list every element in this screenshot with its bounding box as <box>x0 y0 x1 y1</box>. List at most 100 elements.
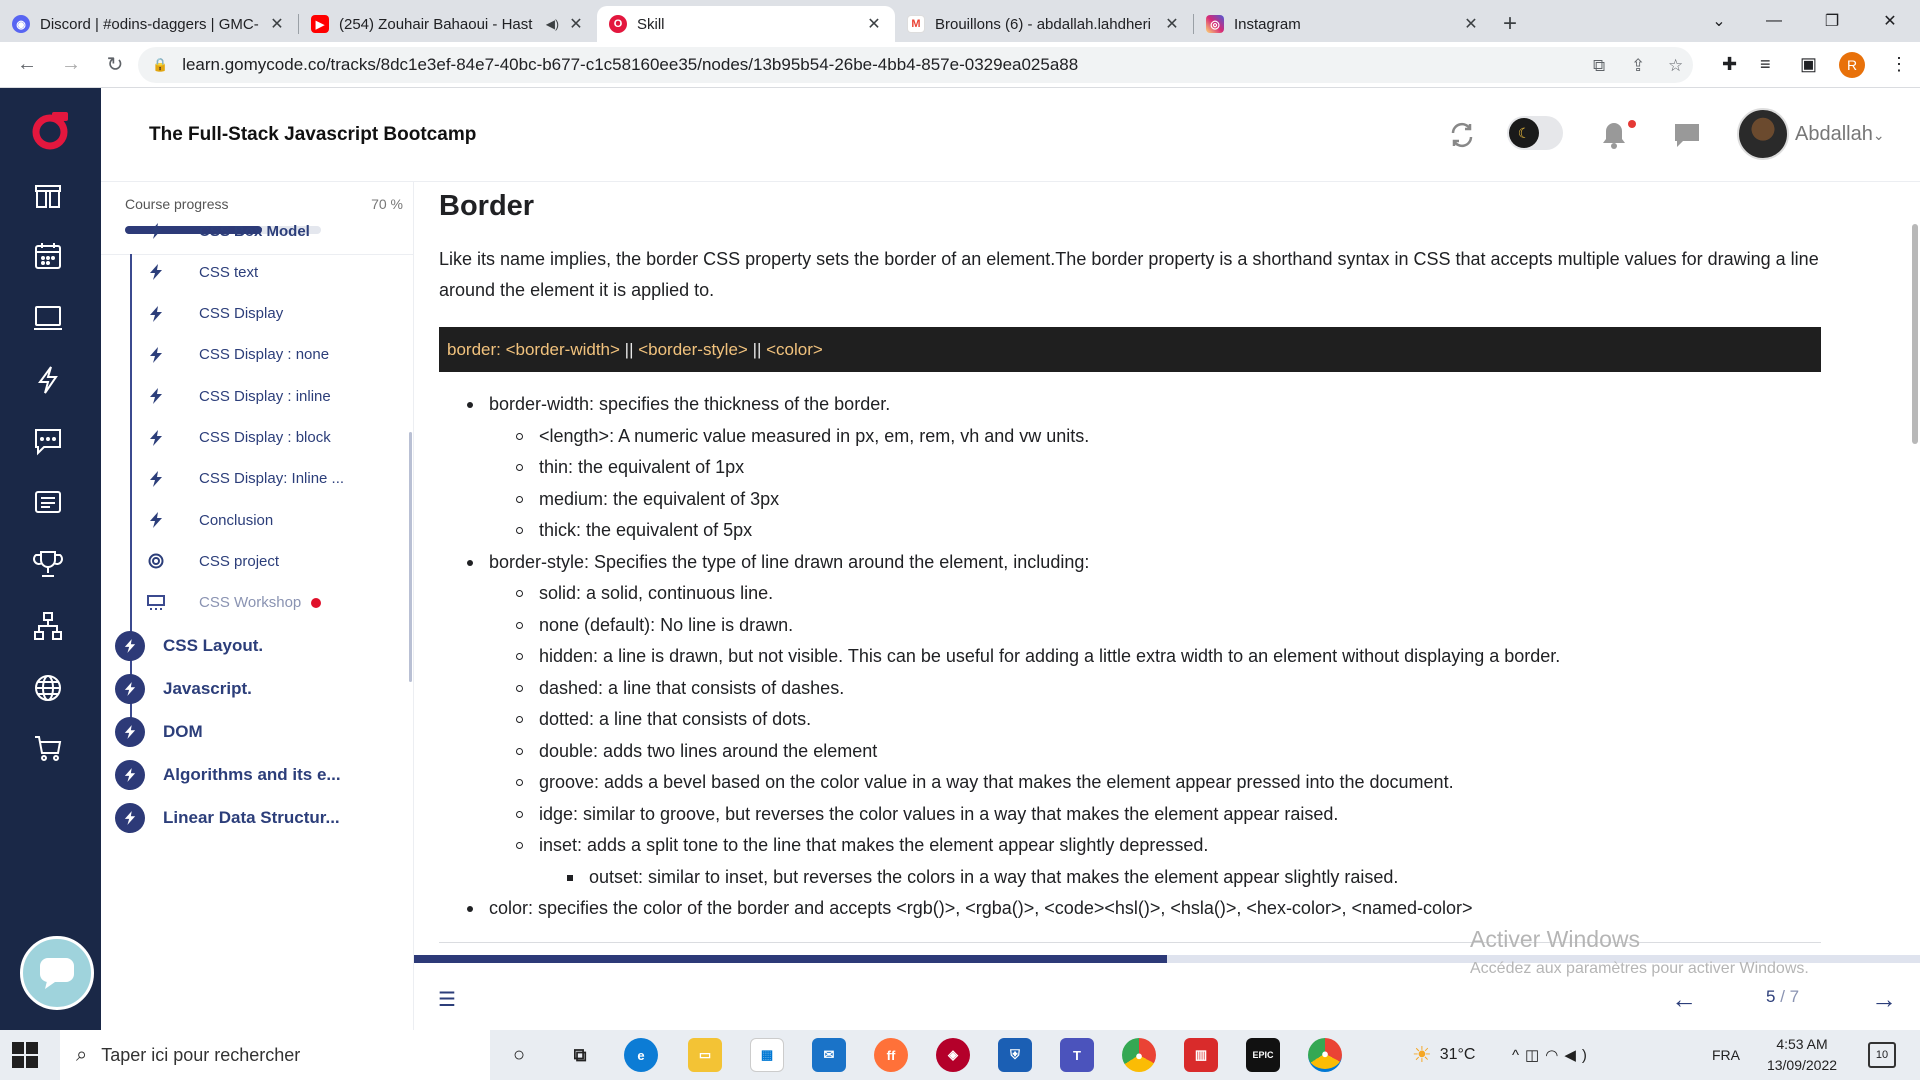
address-bar[interactable]: 🔒 learn.gomycode.co/tracks/8dc1e3ef-84e7… <box>138 47 1693 83</box>
tray-icons[interactable]: ^ ◫ ◠ ◀) <box>1512 1030 1593 1080</box>
close-icon[interactable]: ✕ <box>1163 14 1181 34</box>
minimize-button[interactable]: — <box>1745 0 1803 42</box>
firefox-icon[interactable]: ff <box>874 1038 908 1072</box>
sidebar-section-item[interactable]: Javascript. <box>115 669 405 709</box>
sync-icon[interactable] <box>1445 118 1479 152</box>
reload-icon[interactable]: ↻ <box>98 48 132 82</box>
wifi-icon[interactable]: ◠ <box>1545 1046 1564 1064</box>
reading-list-icon[interactable]: ≡ <box>1760 54 1771 75</box>
sidebar-lesson-item[interactable]: CSS Workshop <box>145 583 395 623</box>
weather-widget[interactable]: ☀ 31°C <box>1412 1030 1475 1080</box>
lesson-content: Border Like its name implies, the border… <box>414 182 1914 952</box>
sidebar-lesson-item[interactable]: CSS Display : inline <box>145 376 395 416</box>
laptop-icon[interactable] <box>30 300 66 336</box>
profile-avatar[interactable]: R <box>1839 52 1865 78</box>
gomycode-logo[interactable] <box>30 110 72 152</box>
sidebar-lesson-item[interactable]: CSS Box Model <box>145 211 395 251</box>
sidebar-lesson-item[interactable]: Conclusion <box>145 500 395 540</box>
cortana-icon[interactable]: ○ <box>502 1038 536 1072</box>
sidebar-lesson-item[interactable]: CSS Display: Inline ... <box>145 459 395 499</box>
page-separator: / <box>1775 987 1790 1006</box>
teams-icon[interactable]: T <box>1060 1038 1094 1072</box>
mail-icon[interactable]: ✉ <box>812 1038 846 1072</box>
trophy-icon[interactable] <box>30 546 66 582</box>
support-chat-button[interactable] <box>20 936 94 1010</box>
browser-tab-discord[interactable]: ◉ Discord | #odins-daggers | GMC- ✕ <box>0 6 298 42</box>
file-explorer-icon[interactable]: ▭ <box>688 1038 722 1072</box>
bullet-item: dotted: a line that consists of dots. <box>439 704 1879 736</box>
edge-icon[interactable]: e <box>624 1038 658 1072</box>
kebab-menu-icon[interactable]: ⋮ <box>1890 54 1908 75</box>
globe-icon[interactable] <box>30 670 66 706</box>
page-scrollbar-thumb[interactable] <box>1912 224 1918 444</box>
bullet-item: dashed: a line that consists of dashes. <box>439 673 1879 705</box>
sidebar-lesson-item[interactable]: CSS Display : none <box>145 335 395 375</box>
bullet-item: inset: adds a split tone to the line tha… <box>439 830 1879 862</box>
language-indicator[interactable]: FRA <box>1712 1030 1740 1080</box>
close-icon[interactable]: ✕ <box>268 14 286 34</box>
sidebar-section-item[interactable]: DOM <box>115 712 405 752</box>
close-window-button[interactable]: ✕ <box>1861 0 1919 42</box>
volume-icon[interactable]: ◀) <box>1564 1046 1593 1064</box>
system-clock[interactable]: 4:53 AM 13/09/2022 <box>1752 1034 1852 1076</box>
share-icon[interactable]: ⇪ <box>1631 56 1645 76</box>
windows-start-icon[interactable] <box>12 1042 38 1068</box>
new-tab-button[interactable]: + <box>1492 6 1528 42</box>
browser-tab-gmail[interactable]: M Brouillons (6) - abdallah.lahdheri ✕ <box>895 6 1193 42</box>
user-avatar[interactable] <box>1737 108 1789 160</box>
store-icon[interactable]: ▦ <box>750 1038 784 1072</box>
browser-tab-instagram[interactable]: ◎ Instagram ✕ <box>1194 6 1492 42</box>
hierarchy-icon[interactable] <box>30 608 66 644</box>
close-icon[interactable]: ✕ <box>567 14 585 34</box>
side-panel-icon[interactable]: ▣ <box>1800 54 1817 75</box>
close-icon[interactable]: ✕ <box>865 14 883 34</box>
sidebar-lesson-item[interactable]: CSS Display <box>145 294 395 334</box>
epic-games-icon[interactable]: EPIC <box>1246 1038 1280 1072</box>
bell-icon[interactable] <box>1597 118 1631 152</box>
next-button[interactable]: → <box>1864 979 1904 1019</box>
chevron-up-icon[interactable]: ^ <box>1512 1047 1525 1064</box>
sidebar-section-item[interactable]: CSS Layout. <box>115 626 405 666</box>
sidebar-section-item[interactable]: Linear Data Structur... <box>115 798 405 838</box>
previous-button[interactable]: ← <box>1664 979 1704 1019</box>
translate-icon[interactable]: ⧉ <box>1593 56 1605 76</box>
close-icon[interactable]: ✕ <box>1462 14 1480 34</box>
calendar-icon[interactable] <box>30 238 66 274</box>
sidebar-lesson-item[interactable]: CSS Display : block <box>145 418 395 458</box>
sidebar-section-item[interactable]: Algorithms and its e... <box>115 755 405 795</box>
vpn-shield-icon[interactable]: ⛨ <box>998 1038 1032 1072</box>
bookmark-star-icon[interactable]: ☆ <box>1668 56 1683 76</box>
lightning-icon[interactable] <box>30 362 66 398</box>
dark-mode-toggle[interactable]: ☾ <box>1507 116 1563 150</box>
list-icon[interactable]: ☰ <box>438 987 456 1012</box>
sidebar-lesson-item[interactable]: CSS text <box>145 252 395 292</box>
dashboard-icon[interactable] <box>30 178 66 214</box>
network-icon[interactable]: ◫ <box>1525 1046 1545 1064</box>
bolt-icon <box>145 264 167 281</box>
extensions-puzzle-icon[interactable]: ✚ <box>1722 54 1737 75</box>
speaker-icon[interactable]: ◀) <box>546 17 559 31</box>
sidebar-lesson-item[interactable]: CSS project <box>145 541 395 581</box>
forward-arrow-icon[interactable]: → <box>54 48 88 82</box>
sidebar-scrollbar[interactable] <box>409 432 412 682</box>
username: Abdallah <box>1795 123 1873 145</box>
taskbar-search[interactable]: ⌕ Taper ici pour rechercher <box>60 1030 490 1080</box>
notification-center-icon[interactable]: 10 <box>1868 1042 1896 1068</box>
tab-search-chevron-icon[interactable]: ⌄ <box>1690 0 1748 42</box>
task-view-icon[interactable]: ⧉ <box>563 1038 597 1072</box>
back-arrow-icon[interactable]: ← <box>10 48 44 82</box>
messages-icon[interactable] <box>1670 118 1704 152</box>
user-menu[interactable]: Abdallah⌄ <box>1795 123 1885 146</box>
bullet-item: none (default): No line is drawn. <box>439 610 1879 642</box>
office-app-icon[interactable]: ▥ <box>1184 1038 1218 1072</box>
browser-tab-youtube[interactable]: ▶ (254) Zouhair Bahaoui - Hast ◀) ✕ <box>299 6 597 42</box>
maximize-button[interactable]: ❐ <box>1803 0 1861 42</box>
game-app-icon[interactable]: ◈ <box>936 1038 970 1072</box>
chrome-icon[interactable]: ● <box>1122 1038 1156 1072</box>
lock-icon[interactable]: 🔒 <box>152 57 168 73</box>
browser-tab-skill[interactable]: O Skill ✕ <box>597 6 895 42</box>
chat-icon[interactable] <box>30 423 66 459</box>
chrome-profile-icon[interactable]: ● <box>1308 1038 1342 1072</box>
cart-icon[interactable] <box>30 730 66 766</box>
news-icon[interactable] <box>30 484 66 520</box>
